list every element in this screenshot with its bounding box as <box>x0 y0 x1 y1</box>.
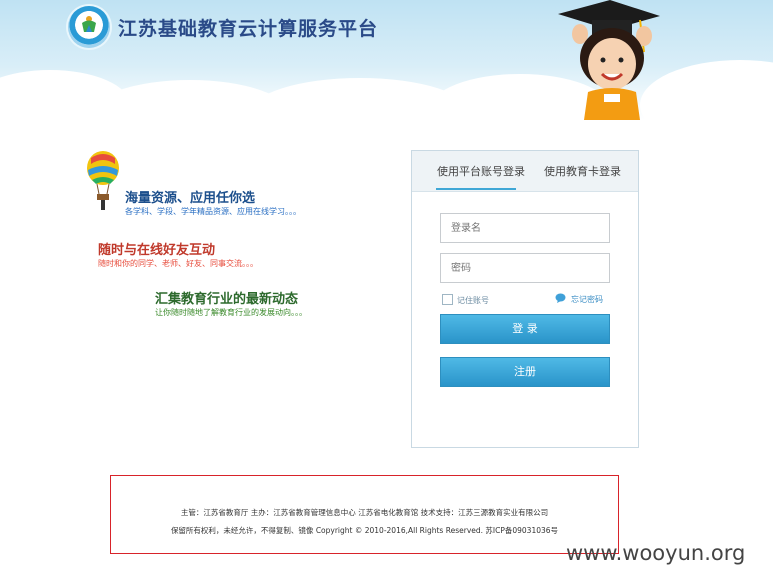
promo-title-news: 汇集教育行业的最新动态 <box>155 292 299 307</box>
register-button[interactable]: 注册 <box>440 357 610 387</box>
promo-title-resources: 海量资源、应用任你选 <box>125 191 256 206</box>
hot-air-balloon-icon <box>87 151 119 210</box>
promo-title-interaction: 随时与在线好友互动 <box>98 243 216 258</box>
login-panel: 使用平台账号登录 使用教育卡登录 记住账号 忘记密码 登 录 注册 <box>411 150 639 448</box>
login-tabs: 使用平台账号登录 使用教育卡登录 <box>412 151 638 192</box>
remember-account-checkbox[interactable] <box>442 294 453 305</box>
promo-subtitle-news: 让你随时随地了解教育行业的发展动向。。。 <box>155 308 307 317</box>
student-girl-illustration <box>558 0 660 120</box>
tab-platform-account[interactable]: 使用平台账号登录 <box>437 163 525 179</box>
password-input[interactable] <box>440 253 610 283</box>
logo-figure-icon <box>82 16 96 32</box>
site-title: 江苏基础教育云计算服务平台 <box>118 18 379 40</box>
remember-account-label: 记住账号 <box>457 296 489 305</box>
footer-sponsors: 主管：江苏省教育厅 主办：江苏省教育管理信息中心 江苏省电化教育馆 技术支持：江… <box>180 508 549 517</box>
help-bubble-icon <box>555 293 566 303</box>
footer-copyright: 保留所有权利，未经允许，不得复制、镜像 Copyright © 2010-201… <box>170 526 559 535</box>
promo-subtitle-interaction: 随时和你的同学、老师、好友、同事交流。。。 <box>98 259 258 268</box>
promo-subtitle-resources: 各学科、学段、学年精品资源、应用在线学习。。。 <box>125 207 301 216</box>
footer-info: 主管：江苏省教育厅 主办：江苏省教育管理信息中心 江苏省电化教育馆 技术支持：江… <box>110 475 619 554</box>
header-banner: 江苏基础教育云计算服务平台 <box>0 0 773 120</box>
login-button[interactable]: 登 录 <box>440 314 610 344</box>
username-input[interactable] <box>440 213 610 243</box>
forgot-password-link[interactable]: 忘记密码 <box>571 294 603 305</box>
watermark-text: www.wooyun.org <box>566 541 746 565</box>
active-tab-indicator <box>436 188 516 190</box>
tab-education-card[interactable]: 使用教育卡登录 <box>544 163 621 179</box>
